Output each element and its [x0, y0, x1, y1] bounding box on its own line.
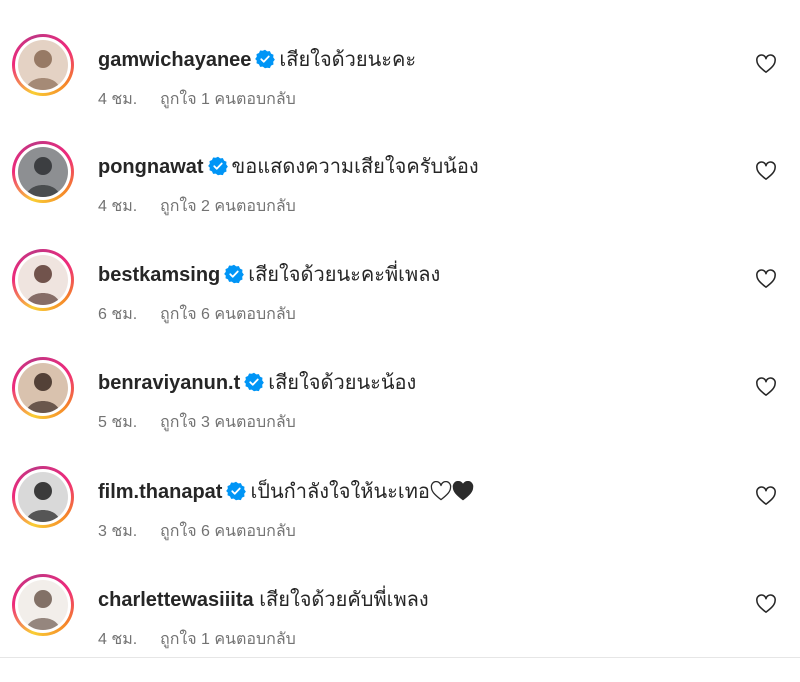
timestamp: 6 ชม. — [98, 306, 138, 323]
reply-button[interactable]: ตอบกลับ — [236, 522, 296, 542]
username-link[interactable]: gamwichayanee — [98, 49, 251, 71]
timestamp: 4 ชม. — [98, 198, 138, 215]
timestamp: 5 ชม. — [98, 414, 138, 431]
like-heart-icon[interactable] — [755, 269, 777, 289]
avatar[interactable] — [12, 249, 74, 311]
avatar[interactable] — [12, 466, 74, 528]
reply-button[interactable]: ตอบกลับ — [236, 197, 296, 217]
comment-text: เสียใจด้วยคับพี่เพลง — [259, 589, 429, 611]
likes-count-link[interactable]: ถูกใจ 2 คน — [160, 197, 236, 217]
reply-button[interactable]: ตอบกลับ — [236, 305, 296, 325]
comment-row: film.thanapat เป็นกำลังใจให้นะเทอ 3 ชม. ถูก… — [0, 466, 800, 574]
like-heart-icon[interactable] — [755, 377, 777, 397]
divider — [0, 657, 800, 658]
reply-button[interactable]: ตอบกลับ — [236, 90, 296, 110]
verified-badge-icon — [226, 481, 247, 501]
comment-text: เสียใจด้วยนะคะ — [279, 49, 417, 71]
likes-count-link[interactable]: ถูกใจ 1 คน — [160, 90, 236, 110]
avatar[interactable] — [12, 34, 74, 96]
comment-row: gamwichayanee เสียใจด้วยนะคะ 4 ชม. ถูกใจ 1 … — [0, 34, 800, 142]
like-heart-icon[interactable] — [755, 486, 777, 506]
avatar[interactable] — [12, 141, 74, 203]
likes-count-link[interactable]: ถูกใจ 1 คน — [160, 630, 236, 650]
verified-badge-icon — [207, 156, 228, 176]
username-link[interactable]: film.thanapat — [98, 481, 222, 503]
comment-row: benraviyanun.t เสียใจด้วยนะน้อง 5 ชม. ถูกใจ… — [0, 357, 800, 465]
username-link[interactable]: charlettewasiiita — [98, 589, 254, 611]
likes-count-link[interactable]: ถูกใจ 6 คน — [160, 522, 236, 542]
avatar[interactable] — [12, 357, 74, 419]
timestamp: 3 ชม. — [98, 523, 138, 540]
username-link[interactable]: bestkamsing — [98, 264, 220, 286]
timestamp: 4 ชม. — [98, 631, 138, 648]
avatar[interactable] — [12, 574, 74, 636]
verified-badge-icon — [244, 372, 265, 392]
username-link[interactable]: pongnawat — [98, 156, 204, 178]
comment-text: เสียใจด้วยนะน้อง — [268, 372, 417, 394]
comment-row: pongnawat ขอแสดงความเสียใจครับน้อง 4 ชม. ถู… — [0, 141, 800, 249]
like-heart-icon[interactable] — [755, 161, 777, 181]
reply-button[interactable]: ตอบกลับ — [236, 413, 296, 433]
like-heart-icon[interactable] — [755, 54, 777, 74]
reply-button[interactable]: ตอบกลับ — [236, 630, 296, 650]
verified-badge-icon — [224, 264, 245, 284]
verified-badge-icon — [255, 49, 276, 69]
likes-count-link[interactable]: ถูกใจ 3 คน — [160, 413, 236, 433]
comment-text: เป็นกำลังใจให้นะเทอ — [250, 481, 430, 503]
like-heart-icon[interactable] — [755, 594, 777, 614]
likes-count-link[interactable]: ถูกใจ 6 คน — [160, 305, 236, 325]
black-heart-icon — [452, 480, 474, 501]
comment-row: bestkamsing เสียใจด้วยนะคะพี่เพลง 6 ชม. ถูก… — [0, 249, 800, 357]
username-link[interactable]: benraviyanun.t — [98, 372, 240, 394]
timestamp: 4 ชม. — [98, 91, 138, 108]
white-heart-icon — [430, 480, 452, 501]
comment-text: ขอแสดงความเสียใจครับน้อง — [231, 156, 479, 178]
comment-text: เสียใจด้วยนะคะพี่เพลง — [248, 264, 441, 286]
